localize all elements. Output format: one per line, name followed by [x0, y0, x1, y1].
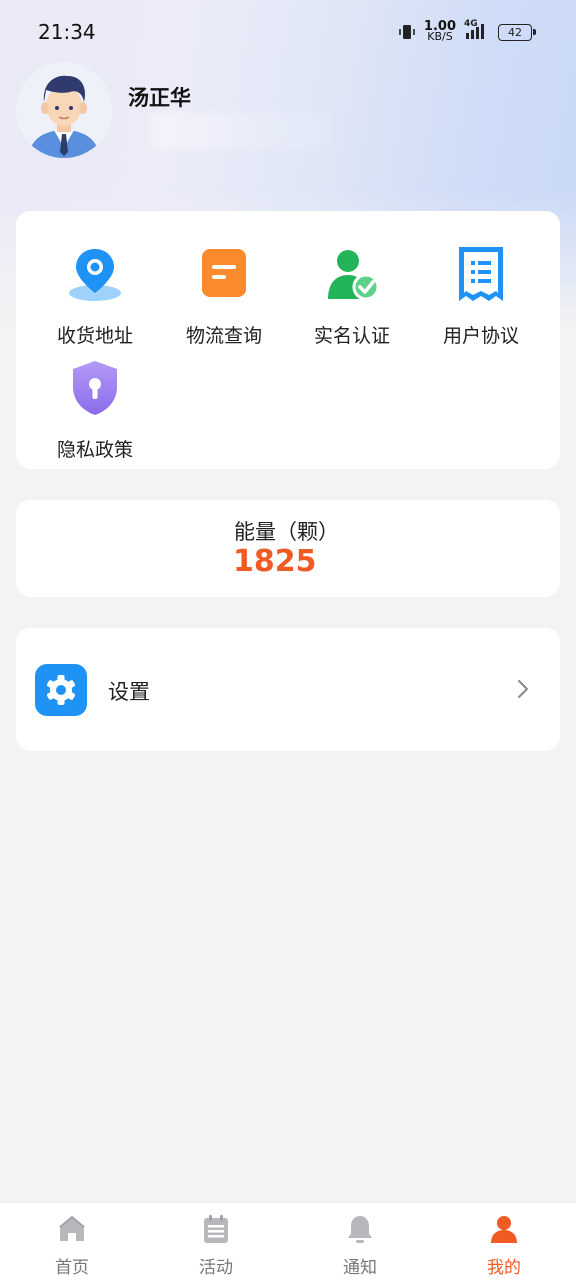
- settings-label: 设置: [108, 680, 150, 704]
- energy-value: 1825: [233, 544, 317, 579]
- privacy-shield-icon: [73, 361, 117, 415]
- verified-user-icon: [328, 250, 380, 301]
- service-menu-card: 收货地址 物流查询 实名认证 用户协议 隐私政策: [16, 211, 560, 469]
- tab-notifications[interactable]: 通知: [310, 1213, 410, 1278]
- energy-label: 能量（颗）: [234, 520, 339, 544]
- menu-item-logistics[interactable]: 物流查询: [159, 243, 289, 348]
- tab-mine[interactable]: 我的: [454, 1213, 554, 1278]
- battery-indicator: 42: [498, 23, 536, 41]
- home-icon: [59, 1215, 85, 1241]
- user-icon: [491, 1216, 517, 1243]
- settings-row[interactable]: 设置: [16, 628, 560, 751]
- tab-label: 首页: [55, 1258, 89, 1278]
- logistics-doc-icon: [202, 249, 246, 297]
- menu-item-label: 隐私政策: [56, 439, 133, 461]
- menu-item-label: 收货地址: [56, 325, 133, 347]
- bottom-tab-bar: 首页 活动 通知 我的: [0, 1202, 576, 1281]
- menu-item-privacy[interactable]: 隐私政策: [30, 357, 160, 462]
- tab-label: 我的: [487, 1258, 521, 1278]
- menu-item-verify[interactable]: 实名认证: [287, 243, 417, 348]
- user-name: 汤正华: [128, 86, 191, 110]
- status-bar: 21:34 1.00 KB/S 4G 42: [0, 0, 576, 66]
- energy-card: 能量（颗） 1825: [16, 500, 560, 597]
- menu-item-label: 实名认证: [313, 325, 390, 347]
- chevron-right-icon: [518, 680, 528, 698]
- menu-item-address[interactable]: 收货地址: [30, 243, 160, 348]
- settings-gear-icon: [35, 664, 87, 716]
- location-pin-icon: [69, 249, 121, 301]
- tab-home[interactable]: 首页: [22, 1213, 122, 1278]
- agreement-doc-icon: [459, 247, 503, 301]
- avatar-illustration: [16, 62, 112, 158]
- tab-activity[interactable]: 活动: [166, 1213, 266, 1278]
- tab-label: 活动: [199, 1258, 233, 1278]
- menu-item-label: 用户协议: [442, 325, 519, 347]
- vibrate-icon: [399, 25, 415, 39]
- menu-item-label: 物流查询: [185, 325, 262, 347]
- user-subtitle-blurred: [150, 112, 330, 150]
- menu-item-agreement[interactable]: 用户协议: [416, 243, 546, 348]
- net-speed: 1.00 KB/S: [423, 19, 456, 43]
- tab-label: 通知: [343, 1258, 377, 1278]
- activity-list-icon: [204, 1215, 228, 1243]
- status-time: 21:34: [38, 20, 96, 44]
- bell-icon: [348, 1216, 372, 1243]
- profile-avatar-wrap[interactable]: [16, 62, 112, 158]
- signal-indicator: 4G: [464, 19, 490, 41]
- status-icons: 1.00 KB/S 4G 42: [398, 19, 536, 43]
- avatar[interactable]: [16, 62, 112, 158]
